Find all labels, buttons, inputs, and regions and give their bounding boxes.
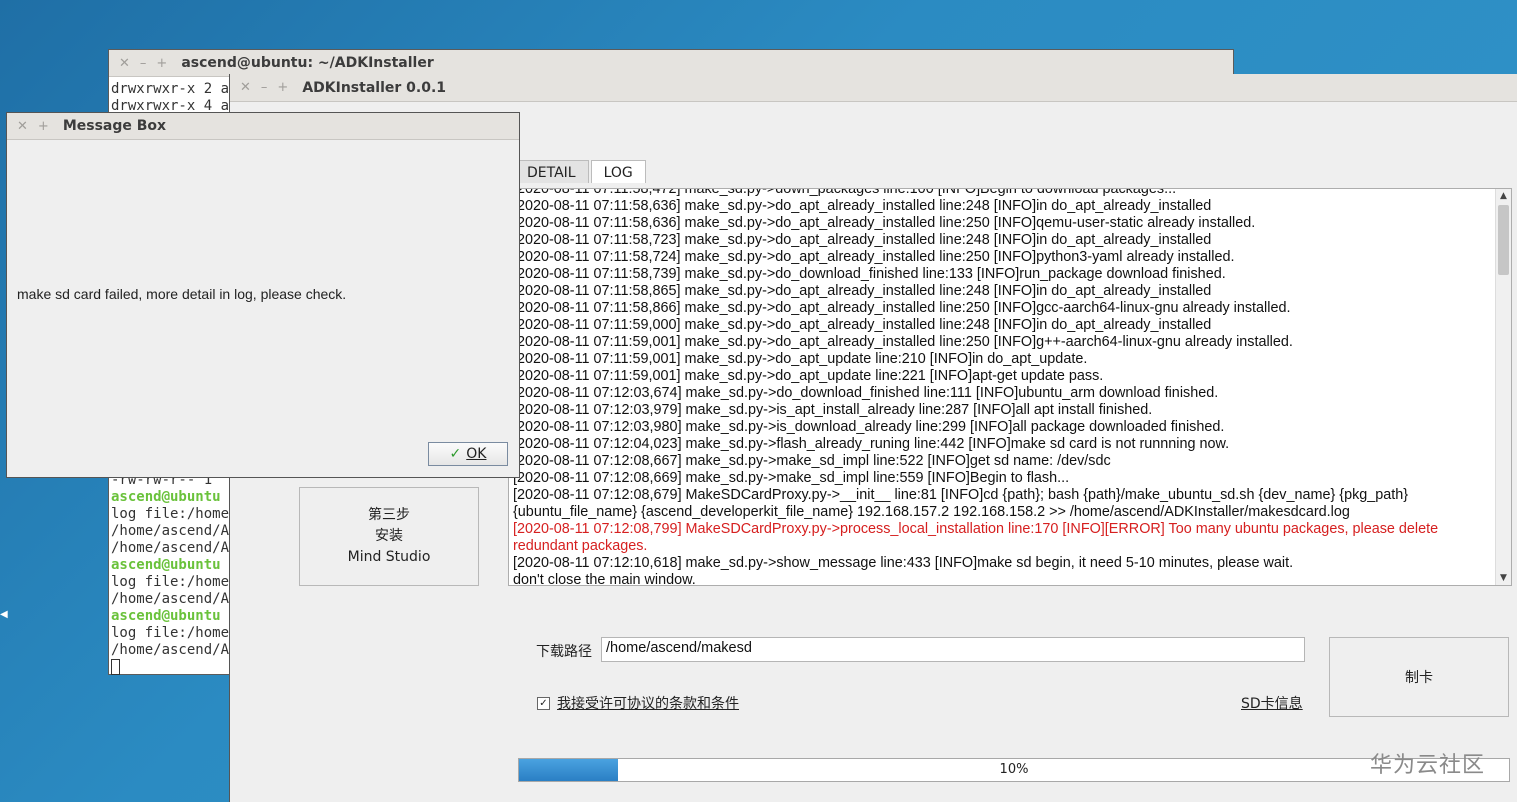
log-line: [2020-08-11 07:12:08,669] make_sd.py->ma…: [513, 470, 1070, 486]
maximize-icon[interactable]: +: [156, 56, 167, 71]
message-text: make sd card failed, more detail in log,…: [17, 286, 347, 302]
log-line: [2020-08-11 07:11:59,001] make_sd.py->do…: [513, 334, 1293, 350]
log-line: [2020-08-11 07:11:58,739] make_sd.py->do…: [513, 266, 1226, 282]
step3-label: 第三步: [368, 507, 410, 523]
tab-detail[interactable]: DETAIL: [514, 160, 589, 183]
message-box-dialog: ✕ + Message Box make sd card failed, mor…: [6, 112, 520, 478]
scroll-thumb[interactable]: [1498, 205, 1509, 275]
scroll-up-icon[interactable]: ▲: [1496, 189, 1511, 203]
progress-bar: 10%: [518, 758, 1510, 782]
sd-info-link[interactable]: SD卡信息: [1241, 693, 1303, 713]
download-path-input[interactable]: /home/ascend/makesd: [601, 637, 1305, 662]
log-line: [2020-08-11 07:11:58,866] make_sd.py->do…: [513, 300, 1291, 316]
terminal-titlebar[interactable]: ✕ – + ascend@ubuntu: ~/ADKInstaller: [109, 50, 1233, 77]
license-agreement: ✓ 我接受许可协议的条款和条件: [537, 693, 739, 713]
log-line: [2020-08-11 07:11:59,000] make_sd.py->do…: [513, 317, 1212, 333]
download-path-label: 下载路径: [536, 644, 592, 660]
message-box-titlebar[interactable]: ✕ + Message Box: [7, 113, 519, 140]
license-label[interactable]: 我接受许可协议的条款和条件: [557, 693, 739, 713]
make-card-button[interactable]: 制卡: [1329, 637, 1509, 717]
log-line: [2020-08-11 07:12:08,679] MakeSDCardProx…: [513, 487, 1409, 520]
log-line: [2020-08-11 07:12:08,667] make_sd.py->ma…: [513, 453, 1111, 469]
close-icon[interactable]: ✕: [17, 119, 28, 134]
tab-bar: DETAIL LOG: [514, 160, 648, 183]
minimize-icon[interactable]: –: [140, 56, 147, 71]
log-scrollbar[interactable]: ▲ ▼: [1495, 189, 1511, 585]
log-error-line: [2020-08-11 07:12:08,799] MakeSDCardProx…: [513, 521, 1439, 554]
log-line: don't close the main window.: [513, 572, 696, 586]
terminal-cursor: [111, 659, 120, 675]
log-line: [2020-08-11 07:11:58,636] make_sd.py->do…: [513, 198, 1212, 214]
step3-install-button[interactable]: 第三步 安装 Mind Studio: [299, 487, 479, 586]
log-panel[interactable]: [2020-08-11 07:11:58,472] make_sd.py->do…: [508, 188, 1512, 586]
log-line: [2020-08-11 07:11:59,001] make_sd.py->do…: [513, 368, 1104, 384]
log-line: [2020-08-11 07:12:03,674] make_sd.py->do…: [513, 385, 1219, 401]
log-line: [2020-08-11 07:12:03,980] make_sd.py->is…: [513, 419, 1225, 435]
scroll-down-icon[interactable]: ▼: [1496, 571, 1511, 585]
log-line: [2020-08-11 07:11:58,724] make_sd.py->do…: [513, 249, 1235, 265]
ok-label: OK: [466, 446, 487, 462]
message-box-title: Message Box: [62, 118, 167, 134]
progress-text: 10%: [999, 762, 1029, 777]
close-icon[interactable]: ✕: [119, 56, 130, 71]
log-text: [2020-08-11 07:11:58,472] make_sd.py->do…: [513, 188, 1493, 586]
close-icon[interactable]: ✕: [240, 80, 251, 95]
minimize-icon[interactable]: –: [261, 80, 268, 95]
terminal-title: ascend@ubuntu: ~/ADKInstaller: [181, 55, 434, 71]
maximize-icon[interactable]: +: [38, 119, 49, 134]
step3-target: Mind Studio: [347, 549, 431, 565]
log-line: [2020-08-11 07:11:58,636] make_sd.py->do…: [513, 215, 1256, 231]
launcher-arrow-icon[interactable]: ◀: [0, 609, 8, 620]
maximize-icon[interactable]: +: [277, 80, 288, 95]
watermark: 华为云社区: [1370, 753, 1486, 778]
log-line: [2020-08-11 07:12:03,979] make_sd.py->is…: [513, 402, 1153, 418]
installer-title: ADKInstaller 0.0.1: [302, 79, 446, 96]
license-checkbox[interactable]: ✓: [537, 696, 550, 710]
installer-titlebar[interactable]: ✕ – + ADKInstaller 0.0.1: [230, 74, 1517, 102]
checkmark-icon: ✓: [449, 446, 462, 462]
ok-button[interactable]: ✓ OK: [428, 442, 508, 466]
log-line: [2020-08-11 07:11:58,865] make_sd.py->do…: [513, 283, 1212, 299]
log-line: [2020-08-11 07:11:58,723] make_sd.py->do…: [513, 232, 1212, 248]
log-line: [2020-08-11 07:12:10,618] make_sd.py->sh…: [513, 555, 1294, 571]
log-line: [2020-08-11 07:12:04,023] make_sd.py->fl…: [513, 436, 1230, 452]
log-line: [2020-08-11 07:11:58,472] make_sd.py->do…: [513, 188, 1177, 197]
tab-log[interactable]: LOG: [590, 160, 646, 183]
log-line: [2020-08-11 07:11:59,001] make_sd.py->do…: [513, 351, 1088, 367]
step3-action: 安装: [375, 528, 403, 544]
